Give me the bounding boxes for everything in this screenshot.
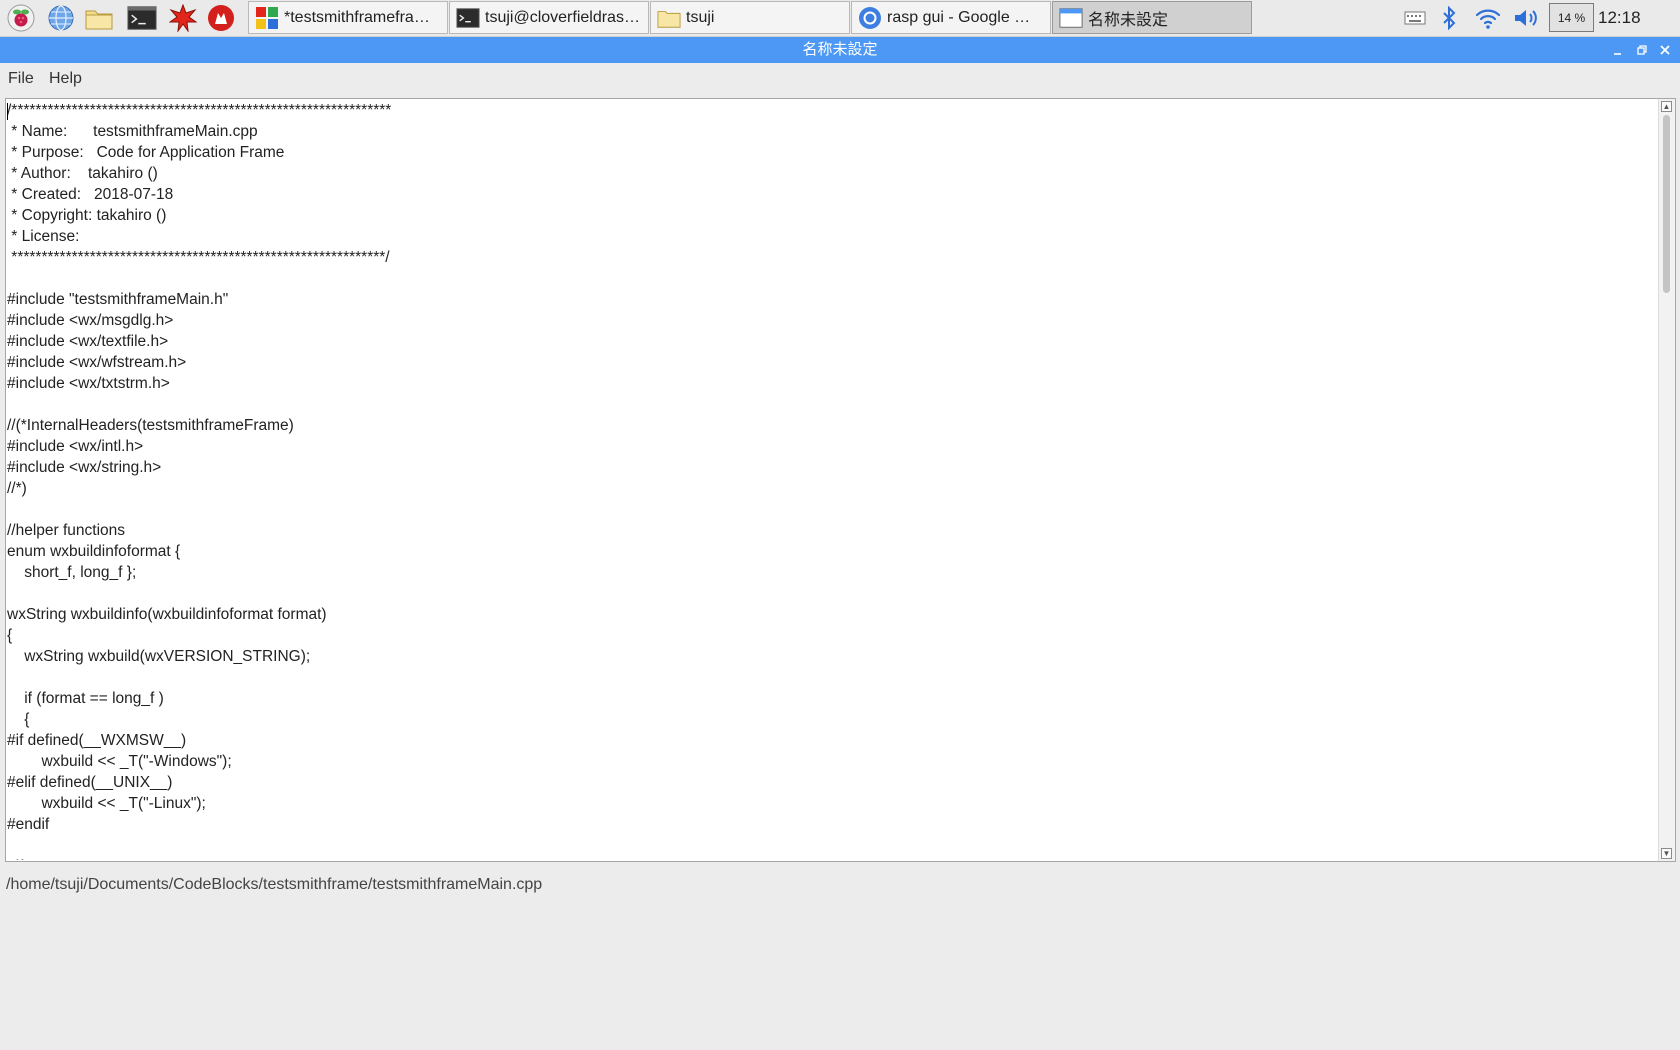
scrollbar-thumb[interactable] bbox=[1663, 115, 1670, 293]
chromium-icon bbox=[858, 6, 882, 30]
terminal-icon bbox=[127, 6, 157, 30]
mathematica-launcher[interactable] bbox=[168, 3, 198, 33]
taskbar: *testsmithframefram… tsuji@cloverfieldra… bbox=[0, 0, 1680, 37]
starburst-icon bbox=[169, 4, 197, 32]
code-line: * Copyright: takahiro () bbox=[7, 207, 167, 224]
code-line: #include <wx/string.h> bbox=[7, 459, 162, 476]
code-line: * Purpose: Code for Application Frame bbox=[7, 144, 285, 161]
code-line: wxString wxbuildinfo(wxbuildinfoformat f… bbox=[7, 606, 327, 623]
code-line: short_f, long_f }; bbox=[7, 564, 137, 581]
text-caret bbox=[7, 103, 8, 120]
task-terminal[interactable]: tsuji@cloverfieldrasp… bbox=[449, 1, 649, 34]
scroll-up-icon[interactable]: ▲ bbox=[1661, 101, 1672, 112]
task-chromium[interactable]: rasp gui - Google … bbox=[851, 1, 1051, 34]
keyboard-icon[interactable] bbox=[1402, 4, 1428, 32]
task-label: rasp gui - Google … bbox=[887, 8, 1031, 26]
web-browser-launcher[interactable] bbox=[46, 3, 76, 33]
minimize-icon[interactable] bbox=[1608, 40, 1628, 60]
raspberry-icon bbox=[7, 4, 35, 32]
code-line: #include <wx/textfile.h> bbox=[7, 333, 169, 350]
raspberry-menu-button[interactable] bbox=[6, 3, 36, 33]
file-manager-launcher[interactable] bbox=[84, 3, 114, 33]
code-line: * Created: 2018-07-18 bbox=[7, 186, 174, 203]
code-line: * Author: takahiro () bbox=[7, 165, 158, 182]
task-label: *testsmithframefram… bbox=[284, 8, 441, 26]
code-line: #elif defined(__UNIX__) bbox=[7, 774, 173, 791]
code-line: #include <wx/txtstrm.h> bbox=[7, 375, 170, 392]
folder-icon bbox=[657, 6, 681, 30]
code-line: //(*InternalHeaders(testsmithframeFrame) bbox=[7, 417, 294, 434]
window-icon bbox=[1059, 6, 1083, 30]
code-line: #if defined(__WXMSW__) bbox=[7, 732, 187, 749]
task-codeblocks[interactable]: *testsmithframefram… bbox=[248, 1, 448, 34]
task-current-window[interactable]: 名称未設定 bbox=[1052, 1, 1252, 34]
wifi-icon[interactable] bbox=[1473, 4, 1503, 32]
menu-help[interactable]: Help bbox=[45, 63, 86, 95]
code-line: //helper functions bbox=[7, 522, 126, 539]
close-icon[interactable] bbox=[1655, 40, 1675, 60]
wolfram-launcher[interactable] bbox=[206, 3, 236, 33]
terminal-launcher[interactable] bbox=[127, 3, 157, 33]
menu-file[interactable]: File bbox=[4, 63, 38, 95]
task-label: tsuji bbox=[686, 8, 715, 26]
vertical-scrollbar[interactable]: ▲ ▼ bbox=[1658, 99, 1675, 861]
scroll-down-icon[interactable]: ▼ bbox=[1661, 848, 1672, 859]
code-line: #include <wx/msgdlg.h> bbox=[7, 312, 174, 329]
globe-icon bbox=[48, 5, 74, 31]
menu-bar: File Help bbox=[0, 63, 1680, 95]
window-titlebar[interactable]: 名称未設定 bbox=[0, 37, 1680, 63]
task-label: 名称未設定 bbox=[1088, 11, 1169, 29]
code-line: * License: bbox=[7, 228, 80, 245]
task-label: tsuji@cloverfieldrasp… bbox=[485, 8, 642, 26]
code-line: #endif bbox=[7, 816, 50, 833]
clock[interactable]: 12:18 bbox=[1598, 0, 1641, 36]
wolf-icon bbox=[208, 5, 234, 31]
code-line: #if wxUSE_UNICODE bbox=[7, 856, 1659, 860]
code-line: ****************************************… bbox=[7, 249, 390, 266]
codeblocks-icon bbox=[255, 6, 279, 30]
code-line: { bbox=[7, 627, 13, 644]
code-line: //*) bbox=[7, 480, 27, 497]
code-line: #include <wx/wfstream.h> bbox=[7, 354, 187, 371]
code-line: #include "testsmithframeMain.h" bbox=[7, 291, 229, 308]
editor-content[interactable]: /***************************************… bbox=[7, 100, 1659, 860]
code-line: if (format == long_f ) bbox=[7, 690, 164, 707]
task-file-manager[interactable]: tsuji bbox=[650, 1, 850, 34]
volume-icon[interactable] bbox=[1511, 4, 1541, 32]
code-line: { bbox=[7, 711, 30, 728]
status-file-path: /home/tsuji/Documents/CodeBlocks/testsmi… bbox=[6, 876, 543, 893]
cpu-monitor[interactable]: 14 % bbox=[1549, 3, 1594, 32]
code-line: wxbuild << _T("-Linux"); bbox=[7, 795, 206, 812]
terminal-icon bbox=[456, 6, 480, 30]
code-line: wxString wxbuild(wxVERSION_STRING); bbox=[7, 648, 311, 665]
window-title: 名称未設定 bbox=[802, 41, 878, 58]
text-editor[interactable]: /***************************************… bbox=[5, 98, 1676, 862]
bluetooth-icon[interactable] bbox=[1438, 4, 1460, 32]
code-line: /***************************************… bbox=[7, 102, 392, 119]
code-line: enum wxbuildinfoformat { bbox=[7, 543, 181, 560]
code-line: wxbuild << _T("-Windows"); bbox=[7, 753, 232, 770]
restore-icon[interactable] bbox=[1632, 40, 1652, 60]
code-line: #include <wx/intl.h> bbox=[7, 438, 144, 455]
folder-icon bbox=[85, 10, 113, 30]
code-line: * Name: testsmithframeMain.cpp bbox=[7, 123, 258, 140]
